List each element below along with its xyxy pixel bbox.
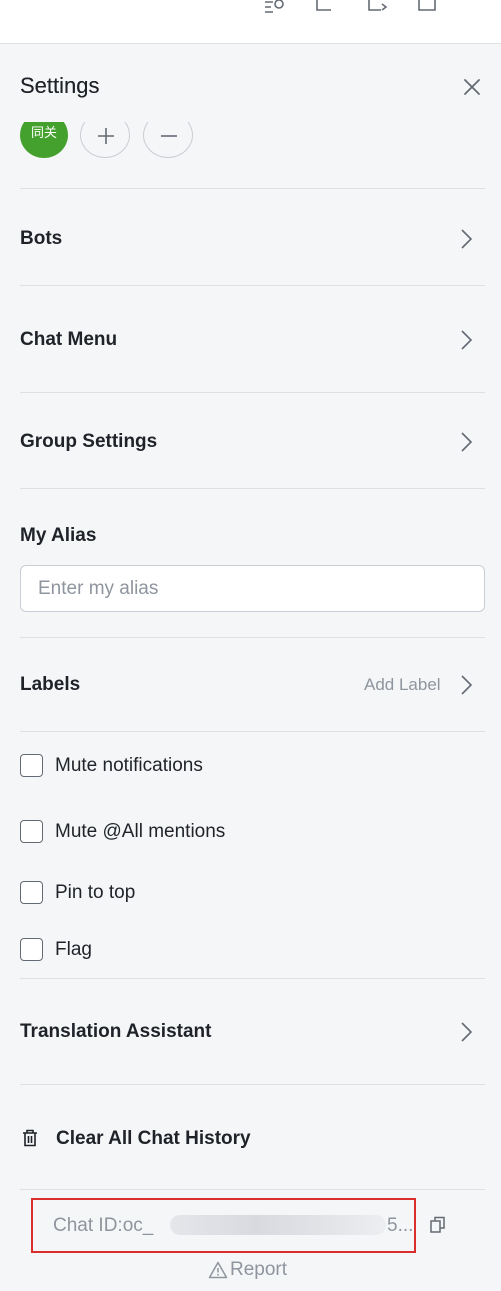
group-settings-label: Group Settings	[20, 431, 158, 452]
chevron-right-icon[interactable]	[459, 674, 473, 696]
avatar-text: 同关	[30, 126, 57, 141]
chevron-right-icon	[461, 330, 473, 350]
add-label-link[interactable]: Add Label	[364, 675, 441, 695]
checkbox-label: Mute notifications	[55, 755, 203, 776]
chat-id-highlight: Chat ID:oc_ 5...	[31, 1198, 416, 1253]
mute-notifications-checkbox[interactable]	[20, 754, 43, 777]
divider	[20, 188, 485, 189]
chat-id-redacted	[170, 1215, 386, 1235]
divider	[20, 978, 485, 979]
minus-icon	[161, 135, 177, 137]
plus-icon	[98, 128, 114, 144]
divider	[20, 1084, 485, 1085]
copy-icon[interactable]	[429, 1215, 447, 1235]
chevron-right-icon	[461, 229, 473, 249]
avatar-row-mask	[0, 100, 501, 122]
chevron-right-icon	[461, 432, 473, 452]
checkbox-label: Pin to top	[55, 882, 136, 903]
flag-checkbox[interactable]	[20, 938, 43, 961]
search-member-icon[interactable]	[262, 0, 286, 14]
pin-to-top-checkbox[interactable]	[20, 881, 43, 904]
divider	[20, 488, 485, 489]
checkbox-label: Flag	[55, 939, 92, 960]
chat-id-prefix: Chat ID:oc_	[53, 1215, 154, 1236]
more-icon[interactable]	[416, 0, 440, 14]
clear-chat-history-button[interactable]: Clear All Chat History	[0, 1120, 501, 1160]
bots-label: Bots	[20, 228, 63, 249]
top-toolbar	[0, 0, 501, 44]
clear-chat-history-label: Clear All Chat History	[56, 1128, 251, 1149]
translation-assistant-label: Translation Assistant	[20, 1021, 212, 1042]
divider	[20, 285, 485, 286]
report-label: Report	[230, 1259, 288, 1280]
chat-menu-label: Chat Menu	[20, 329, 118, 350]
chat-id-suffix: 5...	[387, 1215, 414, 1236]
mute-all-mentions-checkbox[interactable]	[20, 820, 43, 843]
checkbox-label: Mute @All mentions	[55, 821, 226, 842]
divider	[20, 731, 485, 732]
alias-input[interactable]	[20, 565, 485, 612]
divider	[20, 637, 485, 638]
divider	[20, 392, 485, 393]
trash-icon	[23, 1129, 37, 1147]
chevron-right-icon	[461, 1022, 473, 1042]
forward-icon[interactable]	[366, 0, 390, 14]
warning-icon	[208, 1261, 228, 1279]
labels-label: Labels	[20, 674, 81, 695]
page-title-overlay: Settings	[20, 73, 100, 98]
bots-row[interactable]	[0, 216, 501, 262]
chat-icon[interactable]	[314, 0, 338, 14]
my-alias-label: My Alias	[20, 525, 97, 546]
divider	[20, 1189, 485, 1190]
close-icon[interactable]	[461, 76, 483, 98]
